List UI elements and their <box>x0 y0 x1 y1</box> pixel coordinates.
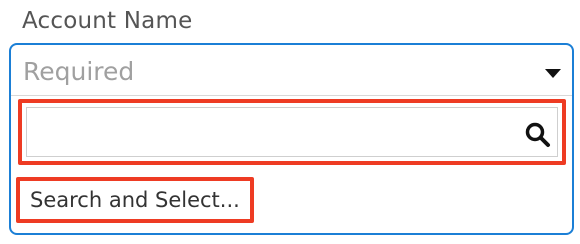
dropdown-search-input[interactable] <box>26 107 558 157</box>
search-and-select-option[interactable]: Search and Select... <box>16 177 254 223</box>
dropdown-search-highlight <box>18 99 566 165</box>
select-divider <box>11 95 572 96</box>
account-name-select[interactable]: Required Search and Select... <box>9 43 574 235</box>
select-placeholder: Required <box>23 57 135 86</box>
field-label: Account Name <box>22 8 193 34</box>
search-icon[interactable] <box>524 121 552 149</box>
caret-down-icon[interactable] <box>545 69 561 78</box>
